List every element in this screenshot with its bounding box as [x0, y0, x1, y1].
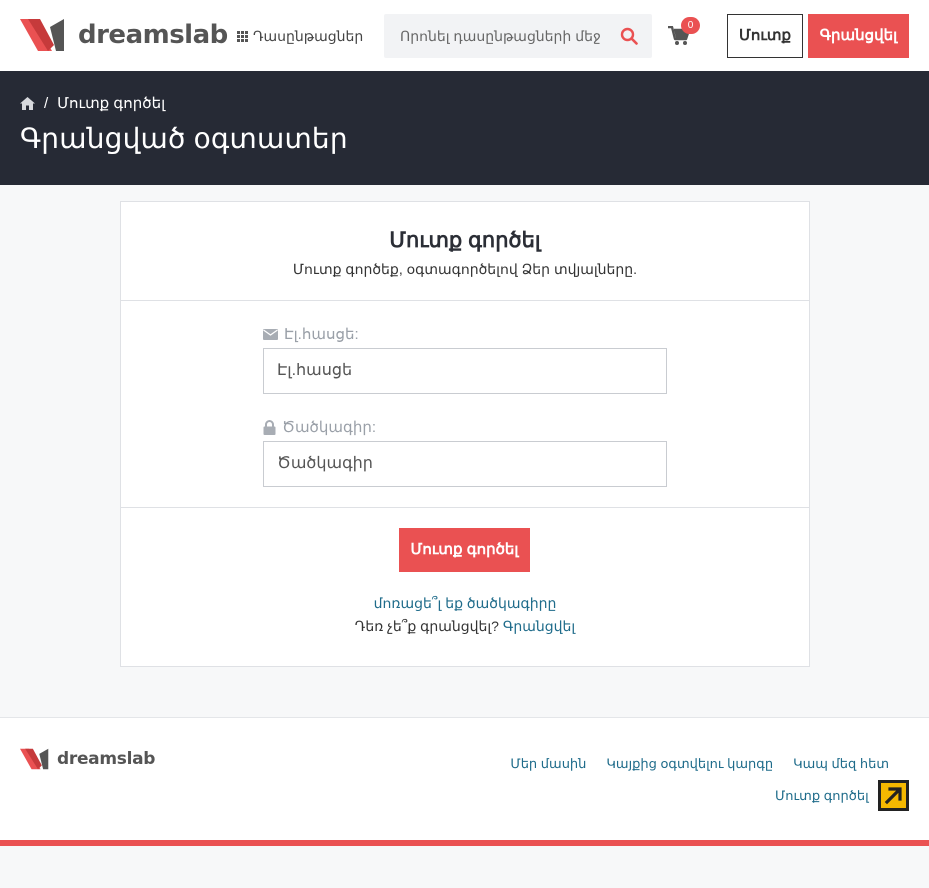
footer-link-contact[interactable]: Կապ մեզ հետ: [793, 756, 889, 772]
search-icon[interactable]: [620, 27, 638, 45]
email-label: Էլ.հասցե:: [263, 325, 359, 343]
password-label-text: Ծածկագիր:: [282, 419, 377, 436]
footer-link-terms[interactable]: Կայքից օգտվելու կարգը: [606, 756, 773, 772]
register-button[interactable]: Գրանցվել: [808, 14, 909, 58]
email-field[interactable]: [263, 348, 667, 394]
scroll-to-top-button[interactable]: [878, 780, 909, 811]
footer-logo[interactable]: dreamslab: [20, 747, 155, 771]
login-card-subtitle: Մուտք գործեք, օգտագործելով Ձեր տվյալները…: [292, 261, 638, 277]
courses-menu-label: Դասընթացներ: [253, 28, 364, 44]
arrow-up-right-icon: [884, 787, 902, 805]
no-account-text: Դեռ չե՞ք գրանցվել?: [354, 618, 499, 634]
top-navbar: dreamslab Դասընթացներ 0 Մուտք Գրանցվել: [0, 0, 929, 71]
courses-menu[interactable]: Դասընթացներ: [237, 28, 363, 45]
login-card-title: Մուտք գործել: [389, 229, 541, 252]
footer-link-about[interactable]: Մեր մասին: [510, 756, 586, 772]
page-title: Գրանցված օգտատեր: [20, 123, 348, 154]
logo-mark-icon: [20, 19, 64, 51]
search-input[interactable]: [384, 14, 614, 58]
site-logo[interactable]: dreamslab: [20, 17, 228, 53]
breadcrumb-current[interactable]: Մուտք գործել: [57, 94, 165, 112]
footer-link-login[interactable]: Մուտք գործել: [775, 788, 869, 804]
footer: dreamslab Մեր մասին Կայքից օգտվելու կարգ…: [0, 717, 929, 840]
page-bottom: [0, 846, 929, 888]
search-box: [384, 14, 652, 58]
login-submit-button[interactable]: Մուտք գործել: [399, 528, 530, 572]
card-divider: [121, 300, 809, 301]
password-label: Ծածկագիր:: [263, 418, 376, 436]
forgot-password: մոռացե՞լ եք ծածկագիրը: [121, 595, 809, 612]
email-label-text: Էլ.հասցե:: [284, 326, 359, 343]
login-button[interactable]: Մուտք: [727, 14, 803, 58]
logo-text: dreamslab: [78, 20, 228, 50]
grid-icon: [237, 31, 248, 42]
forgot-password-link[interactable]: մոռացե՞լ եք ծածկագիրը: [374, 595, 557, 611]
page-header-band: / Մուտք գործել Գրանցված օգտատեր: [0, 71, 929, 185]
breadcrumb-separator: /: [44, 94, 49, 112]
footer-links: Մեր մասին Կայքից օգտվելու կարգը Կապ մեզ …: [510, 756, 889, 772]
home-icon[interactable]: [20, 96, 35, 110]
lock-icon: [263, 419, 276, 435]
no-account-row: Դեռ չե՞ք գրանցվել? Գրանցվել: [121, 618, 809, 635]
cart-count-badge: 0: [681, 17, 700, 34]
register-link[interactable]: Գրանցվել: [503, 618, 575, 634]
login-card: Մուտք գործել Մուտք գործեք, օգտագործելով …: [120, 201, 810, 667]
card-divider: [121, 507, 809, 508]
footer-logo-text: dreamslab: [57, 749, 156, 769]
envelope-icon: [263, 328, 278, 340]
breadcrumb: / Մուտք գործել: [20, 94, 165, 112]
password-field[interactable]: [263, 441, 667, 487]
logo-mark-icon: [20, 748, 49, 770]
